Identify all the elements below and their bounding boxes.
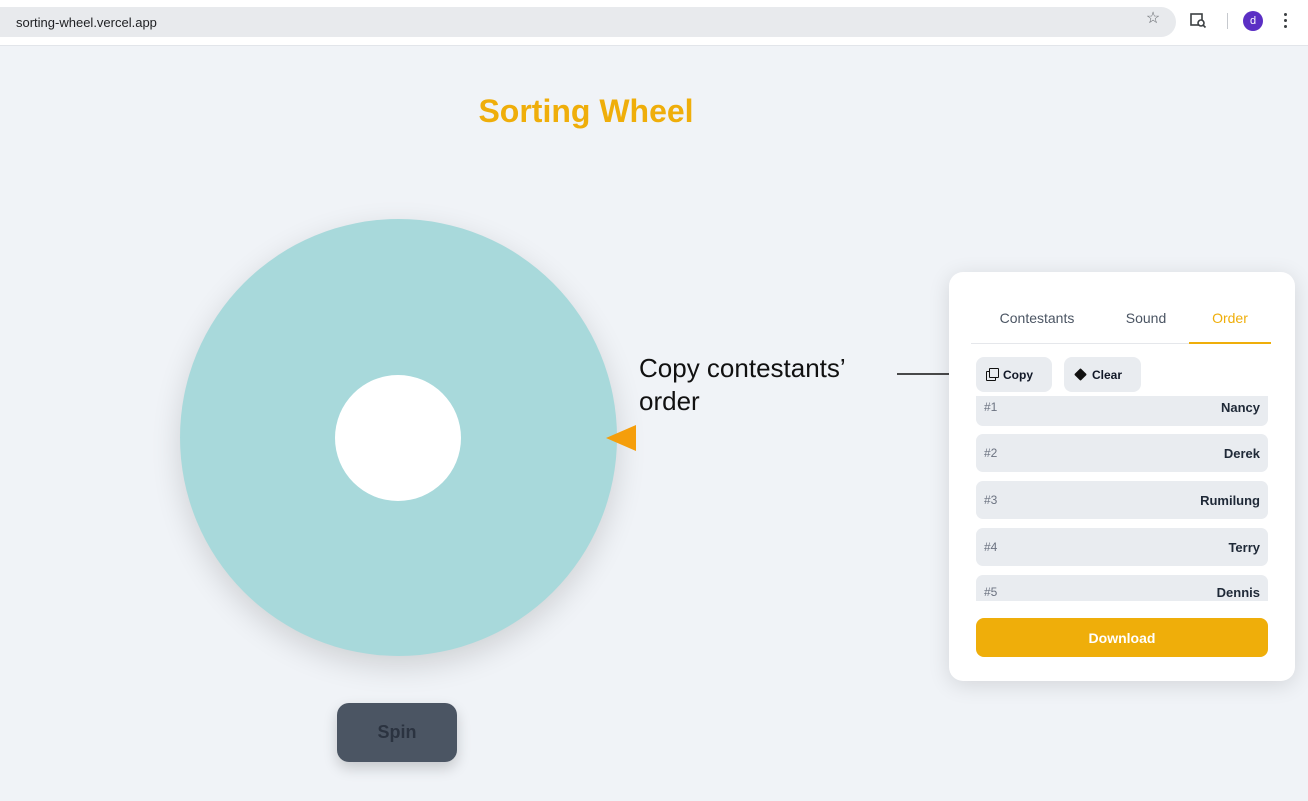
order-rank: #4 [984, 540, 998, 554]
order-name: Terry [1228, 539, 1260, 555]
order-name: Derek [1223, 445, 1260, 461]
toolbar-divider [1227, 13, 1228, 29]
annotation-line-1: Copy contestants’ [639, 353, 846, 383]
profile-avatar[interactable]: d [1243, 11, 1263, 31]
tab-sound[interactable]: Sound [1103, 298, 1189, 344]
kebab-menu-icon[interactable] [1278, 11, 1292, 31]
eraser-icon [1074, 368, 1087, 381]
settings-panel: Contestants Sound Order Copy Clear #1 Na… [949, 272, 1295, 681]
order-row: #3 Rumilung [976, 481, 1268, 519]
order-name: Nancy [1220, 399, 1260, 415]
annotation-line-2: order [639, 386, 700, 416]
order-name: Dennis [1216, 585, 1260, 600]
order-row: #4 Terry [976, 528, 1268, 566]
spin-button[interactable]: Spin [337, 703, 457, 762]
order-rank: #3 [984, 493, 998, 507]
order-rank: #5 [984, 585, 998, 599]
tab-contestants[interactable]: Contestants [971, 298, 1103, 344]
clear-label: Clear [1092, 367, 1123, 382]
annotation-callout: Copy contestants’ order [639, 352, 909, 418]
order-rank: #2 [984, 446, 998, 460]
order-row: #1 Nancy [976, 396, 1268, 426]
order-name: Rumilung [1200, 492, 1260, 508]
copy-label: Copy [1003, 367, 1033, 382]
order-list[interactable]: #1 Nancy #2 Derek #3 Rumilung #4 Terry #… [976, 396, 1268, 601]
order-row: #2 Derek [976, 434, 1268, 472]
browser-toolbar: sorting-wheel.vercel.app ☆ d [0, 0, 1308, 46]
order-row: #5 Dennis [976, 575, 1268, 601]
download-button[interactable]: Download [976, 618, 1268, 657]
bookmark-star-icon[interactable]: ☆ [1143, 9, 1163, 29]
copy-button[interactable]: Copy [976, 357, 1052, 392]
page-title: Sorting Wheel [478, 93, 694, 129]
address-bar[interactable]: sorting-wheel.vercel.app [0, 7, 1176, 37]
tab-order[interactable]: Order [1189, 298, 1271, 344]
url-text: sorting-wheel.vercel.app [16, 15, 157, 30]
panel-tabs: Contestants Sound Order [971, 298, 1271, 344]
extension-icon[interactable] [1189, 11, 1207, 29]
copy-icon [986, 368, 999, 381]
order-rank: #1 [984, 400, 998, 414]
clear-button[interactable]: Clear [1064, 357, 1141, 392]
wheel-center [335, 375, 461, 501]
wheel-pointer-icon [606, 425, 636, 451]
sorting-wheel[interactable] [180, 219, 617, 656]
